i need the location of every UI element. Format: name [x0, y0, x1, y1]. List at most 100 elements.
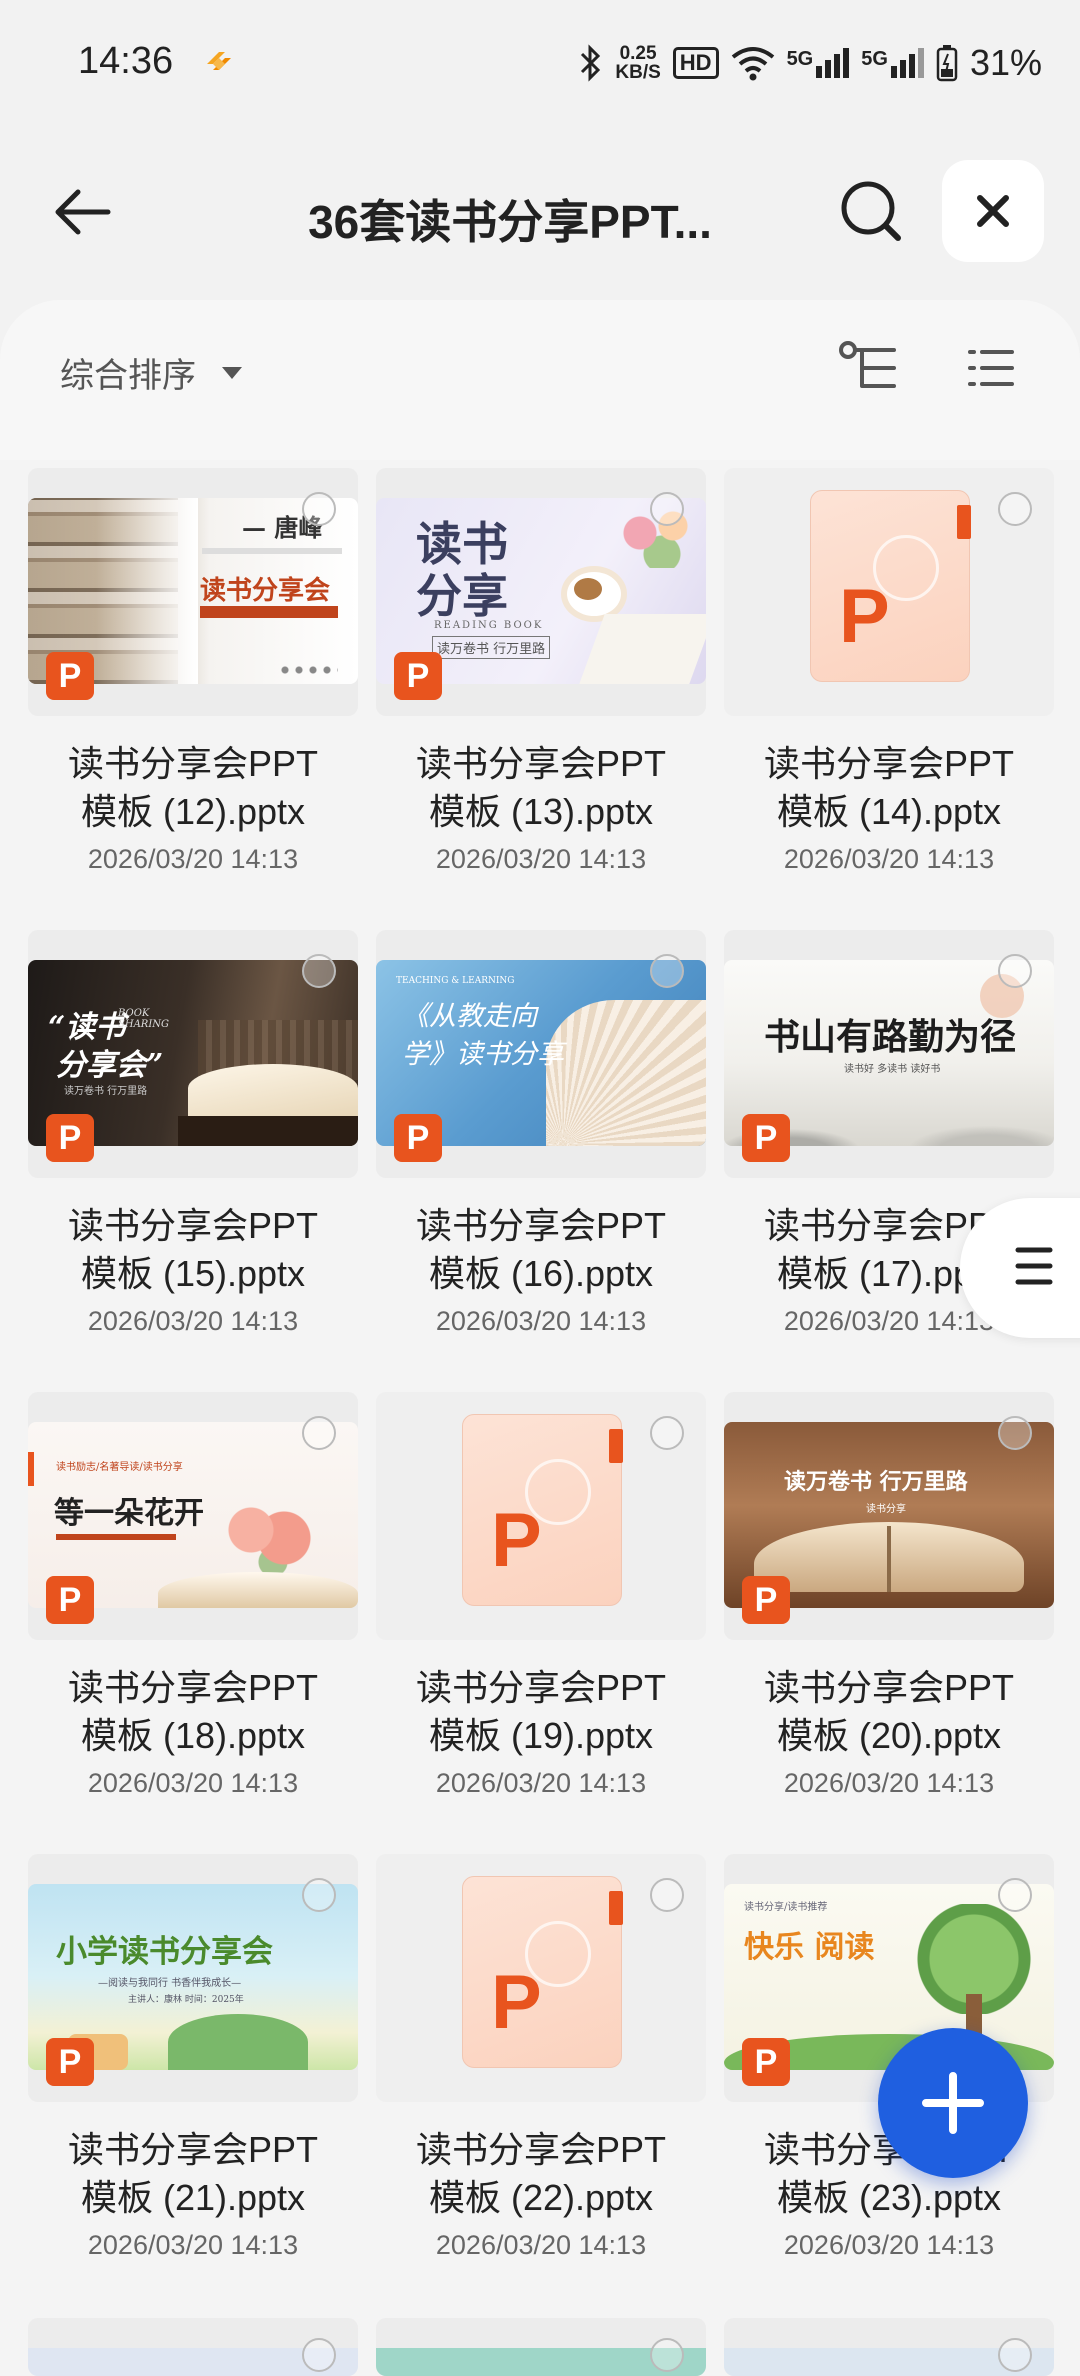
page-title: 36套读书分享PPT...: [308, 196, 712, 248]
file-date: 2026/03/20 14:13: [435, 844, 647, 874]
select-checkbox[interactable]: [302, 2338, 336, 2372]
wifi-icon: [731, 47, 774, 81]
ppt-badge-icon: P: [46, 1114, 94, 1162]
select-checkbox[interactable]: [998, 492, 1032, 526]
thumb-text: 读万卷书 行万里路: [64, 1086, 148, 1097]
file-date: 2026/03/20 14:13: [87, 1306, 299, 1336]
file-card[interactable]: — 唐峰 读书分享会 P 读书分享会PPT 模板 (12).pptx 2026/0…: [28, 468, 358, 930]
ppt-badge-icon: P: [742, 1576, 790, 1624]
file-card[interactable]: “读书 分享会” BOOK SHARING 读万卷书 行万里路 P 读书分享会P…: [28, 930, 358, 1392]
tree-view-icon[interactable]: [838, 340, 898, 396]
file-thumbnail: 读书 分享 READING BOOK 读万卷书 行万里路 P: [376, 468, 706, 716]
thumb-text: 小学读书分享会: [56, 1934, 273, 1970]
file-date: 2026/03/20 14:13: [87, 844, 299, 874]
battery-icon: [936, 45, 958, 82]
thumb-text: 读书分享会: [200, 576, 331, 606]
menu-icon: [1015, 1247, 1053, 1285]
thumb-text: 等一朵花开: [54, 1496, 204, 1531]
file-thumbnail: P: [376, 1392, 706, 1640]
thumb-text: 读书好 多读书 读好书: [844, 1064, 941, 1075]
file-date: 2026/03/20 14:13: [783, 2230, 995, 2260]
thumb-text: 读万卷书 行万里路: [432, 636, 551, 659]
select-checkbox[interactable]: [998, 2338, 1032, 2372]
caret-down-icon: [222, 366, 242, 379]
file-name: 读书分享会PPT 模板 (18).pptx: [67, 1667, 318, 1756]
file-card[interactable]: 小学读书分享会 —阅读与我同行 书香伴我成长— 主讲人：康林 时间：2025年 …: [28, 1854, 358, 2316]
file-name: 读书分享会PPT 模板 (12).pptx: [67, 743, 318, 832]
plus-icon: [922, 2072, 984, 2134]
cell-signal-2-icon: 5G: [861, 48, 924, 78]
file-name: 读书分享会PPT 模板 (15).pptx: [67, 1205, 318, 1294]
file-card[interactable]: P 读书分享会PPT 模板 (19).pptx 2026/03/20 14:13: [376, 1392, 706, 1854]
next-row-peek: [28, 2318, 1054, 2376]
thumb-text: 书山有路勤为径: [764, 1016, 1017, 1058]
file-thumbnail: 小学读书分享会 —阅读与我同行 书香伴我成长— 主讲人：康林 时间：2025年 …: [28, 1854, 358, 2102]
file-card[interactable]: P 读书分享会PPT 模板 (22).pptx 2026/03/20 14:13: [376, 1854, 706, 2316]
select-checkbox[interactable]: [650, 492, 684, 526]
file-card[interactable]: 读书励志/名著导读/读书分享 等一朵花开 P 读书分享会PPT 模板 (18).p…: [28, 1392, 358, 1854]
ppt-badge-icon: P: [46, 2038, 94, 2086]
close-icon: [977, 195, 1009, 227]
select-checkbox[interactable]: [650, 1416, 684, 1450]
add-fab-button[interactable]: [878, 2028, 1028, 2178]
top-app-bar: 36套读书分享PPT...: [0, 150, 1080, 270]
file-card[interactable]: P 读书分享会PPT 模板 (14).pptx 2026/03/20 14:13: [724, 468, 1054, 930]
status-time: 14:36: [78, 40, 174, 82]
file-date: 2026/03/20 14:13: [87, 2230, 299, 2260]
file-card[interactable]: 读万卷书 行万里路 读书分享 P 读书分享会PPT 模板 (20).pptx 20…: [724, 1392, 1054, 1854]
file-date: 2026/03/20 14:13: [783, 1768, 995, 1798]
ppt-file-icon: P: [462, 1414, 623, 1606]
close-button[interactable]: [942, 160, 1044, 262]
thumb-text: 学》读书分享: [402, 1039, 564, 1070]
select-checkbox[interactable]: [302, 492, 336, 526]
file-thumbnail: “读书 分享会” BOOK SHARING 读万卷书 行万里路 P: [28, 930, 358, 1178]
file-date: 2026/03/20 14:13: [435, 1768, 647, 1798]
search-icon[interactable]: [838, 178, 904, 244]
file-thumbnail: P: [376, 1854, 706, 2102]
ppt-file-icon: P: [462, 1876, 623, 2068]
ppt-badge-icon: P: [394, 1114, 442, 1162]
select-checkbox[interactable]: [650, 2338, 684, 2372]
file-card[interactable]: TEACHING & LEARNING 《从教走向 学》读书分享 P 读书分享会…: [376, 930, 706, 1392]
file-date: 2026/03/20 14:13: [435, 1306, 647, 1336]
network-speed: 0.25 KB/S: [615, 43, 661, 83]
thumb-text: —阅读与我同行 书香伴我成长—: [98, 1978, 242, 1989]
file-name: 读书分享会PPT 模板 (13).pptx: [415, 743, 666, 832]
ppt-badge-icon: P: [46, 1576, 94, 1624]
file-name: 读书分享会PPT 模板 (22).pptx: [415, 2129, 666, 2218]
thumb-text: 读书分享: [866, 1504, 906, 1515]
file-date: 2026/03/20 14:13: [87, 1768, 299, 1798]
thumb-text: 快乐 阅读: [744, 1930, 875, 1965]
hd-voice-icon: HD: [672, 47, 719, 79]
back-arrow-icon[interactable]: [50, 180, 114, 244]
select-checkbox[interactable]: [998, 954, 1032, 988]
thumb-text: READING BOOK: [434, 620, 544, 631]
select-checkbox[interactable]: [302, 954, 336, 988]
ppt-file-icon: P: [810, 490, 971, 682]
select-checkbox[interactable]: [302, 1878, 336, 1912]
thumb-text: 分享: [416, 569, 508, 623]
sort-label: 综合排序: [60, 357, 196, 395]
select-checkbox[interactable]: [998, 1878, 1032, 1912]
select-checkbox[interactable]: [998, 1416, 1032, 1450]
thumb-text: TEACHING & LEARNING: [396, 976, 515, 986]
battery-level: 31%: [969, 42, 1042, 83]
sort-dropdown[interactable]: 综合排序: [60, 348, 242, 397]
thumb-text: 读书励志/名著导读/读书分享: [56, 1462, 183, 1473]
ppt-badge-icon: P: [742, 1114, 790, 1162]
file-thumbnail: — 唐峰 读书分享会 P: [28, 468, 358, 716]
thumb-text: 读书分享/读书推荐: [744, 1902, 828, 1913]
file-date: 2026/03/20 14:13: [783, 844, 995, 874]
select-checkbox[interactable]: [650, 954, 684, 988]
select-checkbox[interactable]: [302, 1416, 336, 1450]
file-thumbnail: P: [724, 468, 1054, 716]
file-date: 2026/03/20 14:13: [435, 2230, 647, 2260]
thumb-text: 读万卷书 行万里路: [784, 1469, 968, 1495]
file-thumbnail: TEACHING & LEARNING 《从教走向 学》读书分享 P: [376, 930, 706, 1178]
list-view-icon[interactable]: [966, 348, 1014, 388]
file-thumbnail: 读万卷书 行万里路 读书分享 P: [724, 1392, 1054, 1640]
thumb-text: BOOK SHARING: [118, 1008, 170, 1030]
file-card[interactable]: 读书 分享 READING BOOK 读万卷书 行万里路 P 读书分享会PPT 模…: [376, 468, 706, 930]
select-checkbox[interactable]: [650, 1878, 684, 1912]
file-name: 读书分享会PPT 模板 (19).pptx: [415, 1667, 666, 1756]
